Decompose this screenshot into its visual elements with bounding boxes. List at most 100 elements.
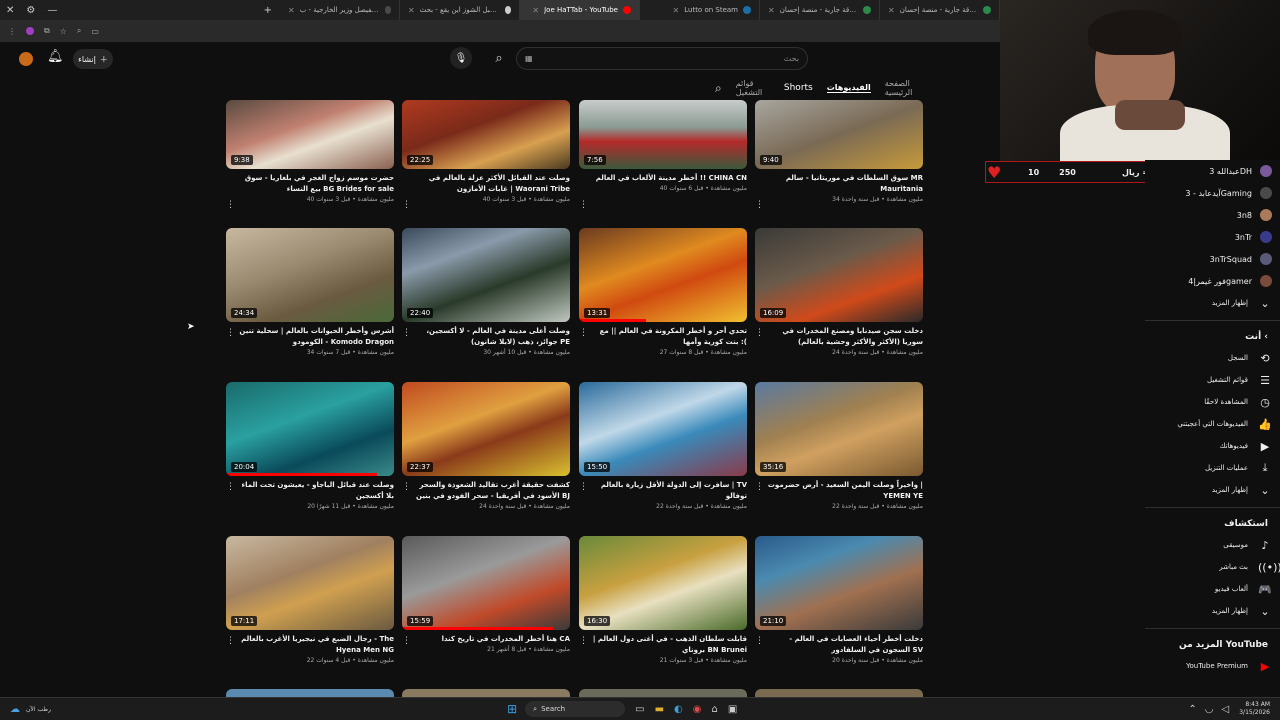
video-menu-icon[interactable]: ⋮	[402, 636, 411, 646]
tab-videos[interactable]: الفيديوهات	[826, 83, 871, 93]
volume-icon[interactable]: ◁	[1222, 704, 1230, 715]
video-card[interactable]: 17:11 رجال الضبع في نيجيريا الأغرب بالعال…	[226, 536, 394, 664]
video-card[interactable]: 13:31 تحدي أحر و أخطر المكرونة في العالم …	[579, 228, 747, 356]
browser-tab[interactable]: ✕ صدقة جارية - منصة إحسان	[760, 0, 880, 20]
video-menu-icon[interactable]: ⋮	[402, 328, 411, 338]
video-menu-icon[interactable]: ⋮	[579, 636, 588, 646]
video-menu-icon[interactable]: ⋮	[226, 328, 235, 338]
video-thumbnail-partial[interactable]	[755, 689, 923, 697]
video-thumbnail[interactable]: 35:16	[755, 382, 923, 476]
video-menu-icon[interactable]: ⋮	[402, 482, 411, 492]
sidebar-item[interactable]: ألعاب فيديو 🎮	[1145, 578, 1280, 600]
video-card[interactable]: 16:09 دخلت سجن صيدنايا ومصنع المخدرات في …	[755, 228, 923, 356]
video-title[interactable]: حضرت موسم زواج الغجر في بلغاريا - سوق بي…	[226, 173, 394, 195]
menu-icon[interactable]: ⋮	[8, 27, 16, 36]
minimize-icon[interactable]: —	[41, 5, 63, 16]
browser-tab[interactable]: ✕ صدقة جارية - منصة إحسان	[880, 0, 1000, 20]
subscription-item[interactable]: 3nTrSquad	[1145, 248, 1280, 270]
show-more-subscriptions[interactable]: إظهار المزيد ⌄	[1145, 292, 1280, 314]
settings-icon[interactable]: ⚙	[20, 5, 41, 16]
video-menu-icon[interactable]: ⋮	[579, 200, 588, 210]
channel-search-icon[interactable]: ⌕	[715, 81, 722, 96]
video-title[interactable]: دخلت أخطر أحياء العصابات في العالم - الس…	[755, 634, 923, 656]
tab-playlists[interactable]: قوائم التشغيل	[736, 79, 770, 97]
video-menu-icon[interactable]: ⋮	[579, 482, 588, 492]
video-menu-icon[interactable]: ⋮	[226, 482, 235, 492]
video-thumbnail[interactable]: 21:10	[755, 536, 923, 630]
video-title[interactable]: وصلت عند قبائل الباجاو - يعيشون تحت الما…	[226, 480, 394, 502]
video-thumbnail-partial[interactable]	[579, 689, 747, 697]
close-window-icon[interactable]: ✕	[0, 5, 20, 16]
sidebar-item[interactable]: YouTube Premium ▶	[1145, 655, 1280, 677]
video-thumbnail[interactable]: 20:04	[226, 382, 394, 476]
video-card[interactable]: 16:30 قابلت سلطان الذهب - في أغنى دول الع…	[579, 536, 747, 664]
video-title[interactable]: قابلت سلطان الذهب - في أغنى دول العالم |…	[579, 634, 747, 656]
video-menu-icon[interactable]: ⋮	[402, 200, 411, 210]
create-button[interactable]: إنشاء ＋	[73, 49, 113, 69]
video-card[interactable]: 9:40 سوق السلطات في موريتانيا - سالم MR M…	[755, 100, 923, 210]
subscription-item[interactable]: آيدعابد - 3Gaming	[1145, 182, 1280, 204]
video-title[interactable]: سافرت إلى الدولة الأقل زيارة بالعالم | T…	[579, 480, 747, 502]
video-card[interactable]: 24:34 أشرس وأخطر الحيوانات بالعالم | سحلي…	[226, 228, 394, 356]
video-thumbnail-partial[interactable]	[402, 689, 570, 697]
weather-icon[interactable]: ☁	[10, 704, 20, 715]
search-button[interactable]: ⌕	[486, 47, 512, 70]
close-tab-icon[interactable]: ✕	[408, 6, 415, 15]
video-menu-icon[interactable]: ⋮	[226, 636, 235, 646]
video-title[interactable]: أخطر مدينة الألعاب في العالم !! CHINA CN	[579, 173, 747, 184]
subscription-item[interactable]: فور غيمر|4gamer	[1145, 270, 1280, 292]
video-title[interactable]: هنا أخطر المخدرات في تاريخ كندا CA	[402, 634, 570, 645]
subscription-item[interactable]: 3nTr	[1145, 226, 1280, 248]
taskbar-search[interactable]: ⌕ Search	[525, 701, 626, 717]
file-explorer-icon[interactable]: ▭	[635, 704, 644, 715]
subscription-item[interactable]: عبدالله 3DH	[1145, 160, 1280, 182]
sidebar-item[interactable]: بث مباشر ((•))	[1145, 556, 1280, 578]
sidebar-item[interactable]: المشاهدة لاحقًا ◷	[1145, 391, 1280, 413]
video-thumbnail[interactable]: 13:31	[579, 228, 747, 322]
browser-tab[interactable]: ✕ Joe HaTTab - YouTube	[520, 0, 640, 20]
sidebar-item[interactable]: فيديوهاتك ▶	[1145, 435, 1280, 457]
video-card[interactable]: 7:56 أخطر مدينة الألعاب في العالم !! CHIN…	[579, 100, 747, 210]
video-thumbnail-partial[interactable]	[226, 689, 394, 697]
sidebar-item[interactable]: إظهار المزيد ⌄	[1145, 479, 1280, 501]
sidebar-item[interactable]: السجل ⟲	[1145, 347, 1280, 369]
video-card[interactable]: 22:37 كشفت حقيقة أغرب تقاليد الشعوذة والس…	[402, 382, 570, 510]
microphone-icon[interactable]: 🎙︎	[450, 47, 472, 69]
video-card[interactable]: 9:38 حضرت موسم زواج الغجر في بلغاريا - سو…	[226, 100, 394, 210]
browser-tab[interactable]: ✕ Lutto on Steam	[640, 0, 760, 20]
sidebar-item[interactable]: عمليات التنزيل ⤓	[1145, 457, 1280, 479]
tray-chevron-icon[interactable]: ⌃	[1188, 704, 1196, 715]
sidebar-item[interactable]: إظهار المزيد ⌄	[1145, 600, 1280, 622]
close-tab-icon[interactable]: ✕	[768, 6, 775, 15]
video-title[interactable]: وصلت أعلى مدينة في العالم - لا أكسجين، ج…	[402, 326, 570, 348]
video-title[interactable]: رجال الضبع في نيجيريا الأغرب بالعالم - T…	[226, 634, 394, 656]
app-icon[interactable]: ⌂	[712, 704, 718, 715]
close-tab-icon[interactable]: ✕	[888, 6, 895, 15]
close-tab-icon[interactable]: ✕	[532, 6, 539, 15]
video-thumbnail[interactable]: 16:09	[755, 228, 923, 322]
subscription-item[interactable]: 3n8	[1145, 204, 1280, 226]
avatar[interactable]	[19, 52, 33, 66]
video-title[interactable]: كشفت حقيقة أغرب تقاليد الشعوذة والسحر ال…	[402, 480, 570, 502]
video-thumbnail[interactable]: 24:34	[226, 228, 394, 322]
search-icon[interactable]: ⌕	[77, 26, 81, 36]
video-thumbnail[interactable]: 16:30	[579, 536, 747, 630]
video-menu-icon[interactable]: ⋮	[755, 200, 764, 210]
cast-icon[interactable]: ▭	[91, 27, 99, 36]
video-title[interactable]: أشرس وأخطر الحيوانات بالعالم | سحلية تني…	[226, 326, 394, 348]
video-title[interactable]: تحدي أحر و أخطر المكرونة في العالم || مع…	[579, 326, 747, 348]
close-tab-icon[interactable]: ✕	[673, 6, 680, 15]
new-tab-icon[interactable]: +	[256, 5, 280, 16]
video-thumbnail[interactable]: 17:11	[226, 536, 394, 630]
video-card[interactable]: 21:10 دخلت أخطر أحياء العصابات في العالم …	[755, 536, 923, 664]
sidebar-item[interactable]: الفيديوهات التي أعجبتني 👍	[1145, 413, 1280, 435]
video-card[interactable]: 15:50 سافرت إلى الدولة الأقل زيارة بالعال…	[579, 382, 747, 510]
close-tab-icon[interactable]: ✕	[288, 6, 295, 15]
windows-start-icon[interactable]: ⊞	[507, 702, 517, 716]
bookmark-icon[interactable]: ☆	[60, 27, 67, 36]
video-menu-icon[interactable]: ⋮	[579, 328, 588, 338]
video-title[interactable]: وصلت عند القبائل الأكثر عزلة بالعالم في …	[402, 173, 570, 195]
video-thumbnail[interactable]: 22:40	[402, 228, 570, 322]
browser-tab[interactable]: ✕ سعود الفيصل وزير الخارجية - ب...	[280, 0, 400, 20]
chrome-icon[interactable]: ◉	[693, 704, 702, 715]
